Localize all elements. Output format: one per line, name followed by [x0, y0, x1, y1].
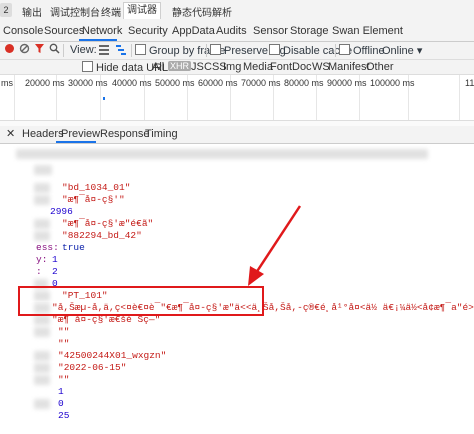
- filter-xhr[interactable]: XHR: [168, 61, 192, 71]
- tree-row: "": [0, 326, 474, 338]
- large-rows-icon[interactable]: [98, 44, 110, 58]
- tab-swan-element[interactable]: Swan Element: [332, 25, 403, 37]
- active-tab-indicator: [79, 39, 117, 41]
- timeline-tick: 50000 ms: [155, 78, 195, 88]
- problems-badge: 2: [0, 3, 12, 17]
- redacted-text: [16, 149, 428, 159]
- filter-all[interactable]: All: [152, 61, 164, 73]
- throttling-select[interactable]: Online ▾: [382, 44, 422, 57]
- timeline-tick: 70000 ms: [241, 78, 281, 88]
- tree-row: y: 1: [36, 254, 58, 265]
- filter-other[interactable]: Other: [366, 61, 394, 73]
- tab-headers[interactable]: Headers: [22, 128, 64, 140]
- close-icon[interactable]: ✕: [6, 127, 15, 140]
- tab-preview[interactable]: Preview: [61, 128, 100, 140]
- tree-row: ess: true: [36, 242, 85, 253]
- clear-icon[interactable]: [19, 43, 30, 57]
- devtools-panel-tabs: Console Sources Network Security AppData…: [0, 22, 474, 42]
- tree-row: "42500244X01_wxgzn": [0, 350, 474, 362]
- tab-sensor[interactable]: Sensor: [253, 25, 288, 37]
- tree-row: "": [0, 374, 474, 386]
- tree-row: : 2: [36, 266, 58, 277]
- timeline-tick: 80000 ms: [284, 78, 324, 88]
- checkbox-box[interactable]: [339, 44, 350, 55]
- filter-doc[interactable]: Doc: [292, 61, 312, 73]
- offline-checkbox[interactable]: Offline: [339, 44, 385, 57]
- highlight-box: [18, 286, 264, 316]
- filter-js[interactable]: JS: [191, 61, 204, 73]
- view-label: View:: [70, 44, 97, 56]
- filter-font[interactable]: Font: [270, 61, 292, 73]
- tab-audits[interactable]: Audits: [216, 25, 247, 37]
- app-tab-strip: 2 输出 调试控制台 终端 调试器 静态代码解析: [0, 0, 474, 23]
- tree-row: 1: [58, 386, 64, 397]
- request-marker: [103, 97, 105, 100]
- search-icon[interactable]: [49, 43, 60, 57]
- throttling-value: Online: [382, 45, 414, 57]
- timeline-tick: 30000 ms: [68, 78, 108, 88]
- tree-row: "": [58, 338, 70, 349]
- active-tab-indicator: [56, 141, 96, 143]
- checkbox-box[interactable]: [210, 44, 221, 55]
- tree-row: [0, 164, 474, 176]
- tree-row: 0: [0, 398, 474, 410]
- chevron-down-icon: ▾: [416, 45, 423, 57]
- app-tab-output[interactable]: 输出: [22, 4, 42, 19]
- tree-row: "æ¶¯å¤-ç§'": [0, 194, 474, 206]
- timeline-tick: ms: [1, 78, 13, 88]
- tab-storage[interactable]: Storage: [290, 25, 329, 37]
- tree-row: "2022-06-15": [0, 362, 474, 374]
- tab-console[interactable]: Console: [3, 25, 43, 37]
- tab-sources[interactable]: Sources: [44, 25, 84, 37]
- json-preview-tree: "bd_1034_01" "æ¶¯å¤-ç§'" 2996 "æ¶¯å¤-ç§'…: [0, 144, 474, 424]
- timeline-tick: 11: [465, 78, 474, 88]
- annotation-arrow: [248, 205, 302, 286]
- tree-row: 2996: [50, 206, 73, 217]
- tab-security[interactable]: Security: [128, 25, 168, 37]
- checkbox-box[interactable]: [269, 44, 280, 55]
- app-tab-debug-console[interactable]: 调试控制台: [50, 4, 100, 19]
- tab-network[interactable]: Network: [82, 25, 122, 37]
- tab-timing[interactable]: Timing: [145, 128, 178, 140]
- tree-row: "bd_1034_01": [0, 182, 474, 194]
- timeline-tick: 40000 ms: [112, 78, 152, 88]
- tree-row: "882294_bd_42": [0, 230, 474, 242]
- timeline-tick: 100000 ms: [370, 78, 415, 88]
- app-tab-static-analysis[interactable]: 静态代码解析: [172, 4, 232, 19]
- filter-icon[interactable]: [34, 43, 45, 57]
- timeline-tick: 60000 ms: [198, 78, 238, 88]
- filter-media[interactable]: Media: [243, 61, 273, 73]
- timeline-tick: 90000 ms: [327, 78, 367, 88]
- filter-bar: Hide data URLs All XHR JS CSS Img Media …: [0, 60, 474, 75]
- network-toolbar: View: Group by frame Preserve log Disabl…: [0, 42, 474, 60]
- filter-img[interactable]: Img: [223, 61, 241, 73]
- record-icon[interactable]: [4, 43, 15, 57]
- tab-response[interactable]: Response: [100, 128, 150, 140]
- waterfall-icon[interactable]: [115, 44, 127, 58]
- tree-row: "æ¶¯å¤-ç§'æ"é€ã": [0, 218, 474, 230]
- timeline-tick: 20000 ms: [25, 78, 65, 88]
- app-tab-terminal[interactable]: 终端: [101, 4, 121, 19]
- tree-row: 25: [58, 410, 70, 421]
- filter-manifest[interactable]: Manifest: [328, 61, 370, 73]
- timeline-overview[interactable]: ms 20000 ms 30000 ms 40000 ms 50000 ms 6…: [0, 75, 474, 121]
- app-tab-debugger[interactable]: 调试器: [123, 2, 161, 19]
- checkbox-box[interactable]: [135, 44, 146, 55]
- tab-appdata[interactable]: AppData: [172, 25, 215, 37]
- offline-label: Offline: [353, 45, 385, 57]
- checkbox-box[interactable]: [82, 61, 93, 72]
